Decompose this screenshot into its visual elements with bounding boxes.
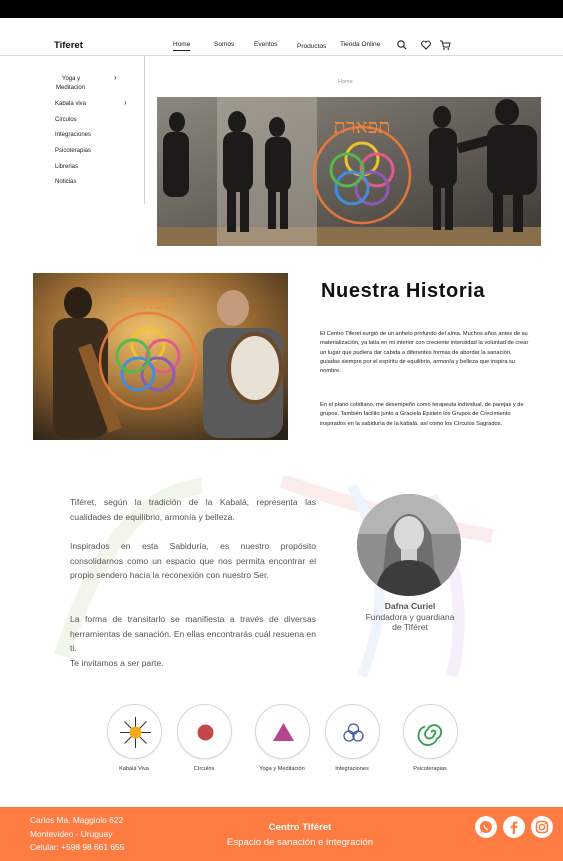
quote-paragraph-4: Te invitamos a ser parte.	[70, 658, 164, 668]
hero-logo-text: תפארת	[334, 114, 391, 138]
sidebar-menu: Yoga y Meditacion › Kabala viva › Circul…	[46, 56, 145, 204]
service-circulos-button[interactable]	[177, 704, 232, 759]
sidebar-item-label: Meditacion	[56, 85, 86, 91]
service-integraciones-label[interactable]: Integraciones	[312, 766, 392, 772]
story-logo-text: תפארת	[120, 290, 177, 314]
sidebar-item-label: Kabala viva	[55, 101, 87, 107]
footer-subtitle: Espacio de sanación e integración	[226, 837, 374, 848]
nav-tienda-online[interactable]: Tienda Online	[340, 41, 380, 48]
service-kabala-button[interactable]	[107, 704, 162, 759]
cart-icon[interactable]	[439, 38, 451, 50]
footer-address-line1: Carlos Ma. Maggiolo 622	[30, 815, 124, 825]
footer-title: Centro Tiféret	[268, 822, 332, 833]
sidebar-item-circulos[interactable]: Circulos	[55, 116, 77, 125]
service-circulos-label[interactable]: Círculos	[164, 766, 244, 772]
avatar	[357, 494, 461, 596]
whatsapp-icon[interactable]	[475, 816, 497, 838]
story-image: תפארת	[33, 273, 288, 440]
sidebar-item-yoga-line2[interactable]: Meditacion	[56, 84, 85, 93]
service-yoga-button[interactable]	[255, 704, 310, 759]
story-paragraph-1: El Centro Tiferet surgió de un anhelo pr…	[320, 331, 529, 375]
sidebar-item-kabala[interactable]: Kabala viva	[55, 100, 86, 109]
person-name: Dafna Curiel	[384, 601, 436, 611]
facebook-icon[interactable]	[503, 816, 525, 838]
sidebar-item-label: Yoga y	[62, 76, 81, 82]
person-role-line1: Fundadora y guardiana	[365, 612, 455, 622]
chevron-right-icon[interactable]: ›	[124, 98, 127, 107]
site-header: Tiferet Home Somos Eventos Productos Tie…	[0, 18, 563, 56]
circle-icon	[197, 724, 214, 741]
sidebar-item-integraciones[interactable]: Integraciones	[55, 131, 91, 140]
sidebar-item-psicoterapias[interactable]: Psicoterapias	[55, 147, 91, 156]
search-icon[interactable]	[396, 38, 408, 50]
sun-icon	[120, 717, 151, 748]
page-title: Nuestra Historia	[321, 280, 486, 302]
spiral-icon	[417, 724, 443, 746]
top-black-bar	[0, 0, 563, 18]
quote-paragraph-1: Tiféret, según la tradición de la Kabalá…	[70, 497, 316, 522]
rings-icon	[343, 723, 364, 742]
nav-eventos[interactable]: Eventos	[254, 41, 278, 48]
service-psicoterapias-label[interactable]: Psicoterapias	[390, 766, 470, 772]
quote-paragraph-3: La forma de transitarlo se manifiesta a …	[70, 614, 316, 654]
service-yoga-label[interactable]: Yoga y Meditación	[242, 766, 322, 772]
sidebar-item-librerias[interactable]: Librerias	[55, 163, 78, 172]
service-kabala-label[interactable]: Kabalá Viva	[94, 766, 174, 772]
brand-logo[interactable]: Tiferet	[54, 40, 83, 51]
chevron-right-icon[interactable]: ›	[114, 73, 117, 82]
footer-phone[interactable]: Celular: +598 98 661 655	[30, 840, 124, 855]
triangle-icon	[273, 723, 294, 741]
service-integraciones-button[interactable]	[325, 704, 380, 759]
breadcrumb[interactable]: Home	[338, 79, 353, 85]
nav-home[interactable]: Home	[173, 41, 191, 51]
sidebar-item-noticias[interactable]: Noticias	[55, 178, 76, 187]
service-psicoterapias-button[interactable]	[403, 704, 458, 759]
person-role-line2: de Tiféret	[392, 622, 428, 632]
sidebar-item-yoga[interactable]: Yoga y	[62, 75, 80, 84]
quote-paragraph-2: Inspirados en esta Sabiduría, es nuestro…	[70, 541, 316, 581]
instagram-icon[interactable]	[531, 816, 553, 838]
nav-somos[interactable]: Somos	[214, 41, 234, 48]
hero-image: תפארת	[157, 97, 541, 246]
nav-productos[interactable]: Productos	[297, 43, 326, 50]
heart-icon[interactable]	[420, 38, 432, 50]
story-paragraph-2: En el plano cotidiano, me desempeño como…	[320, 402, 524, 427]
